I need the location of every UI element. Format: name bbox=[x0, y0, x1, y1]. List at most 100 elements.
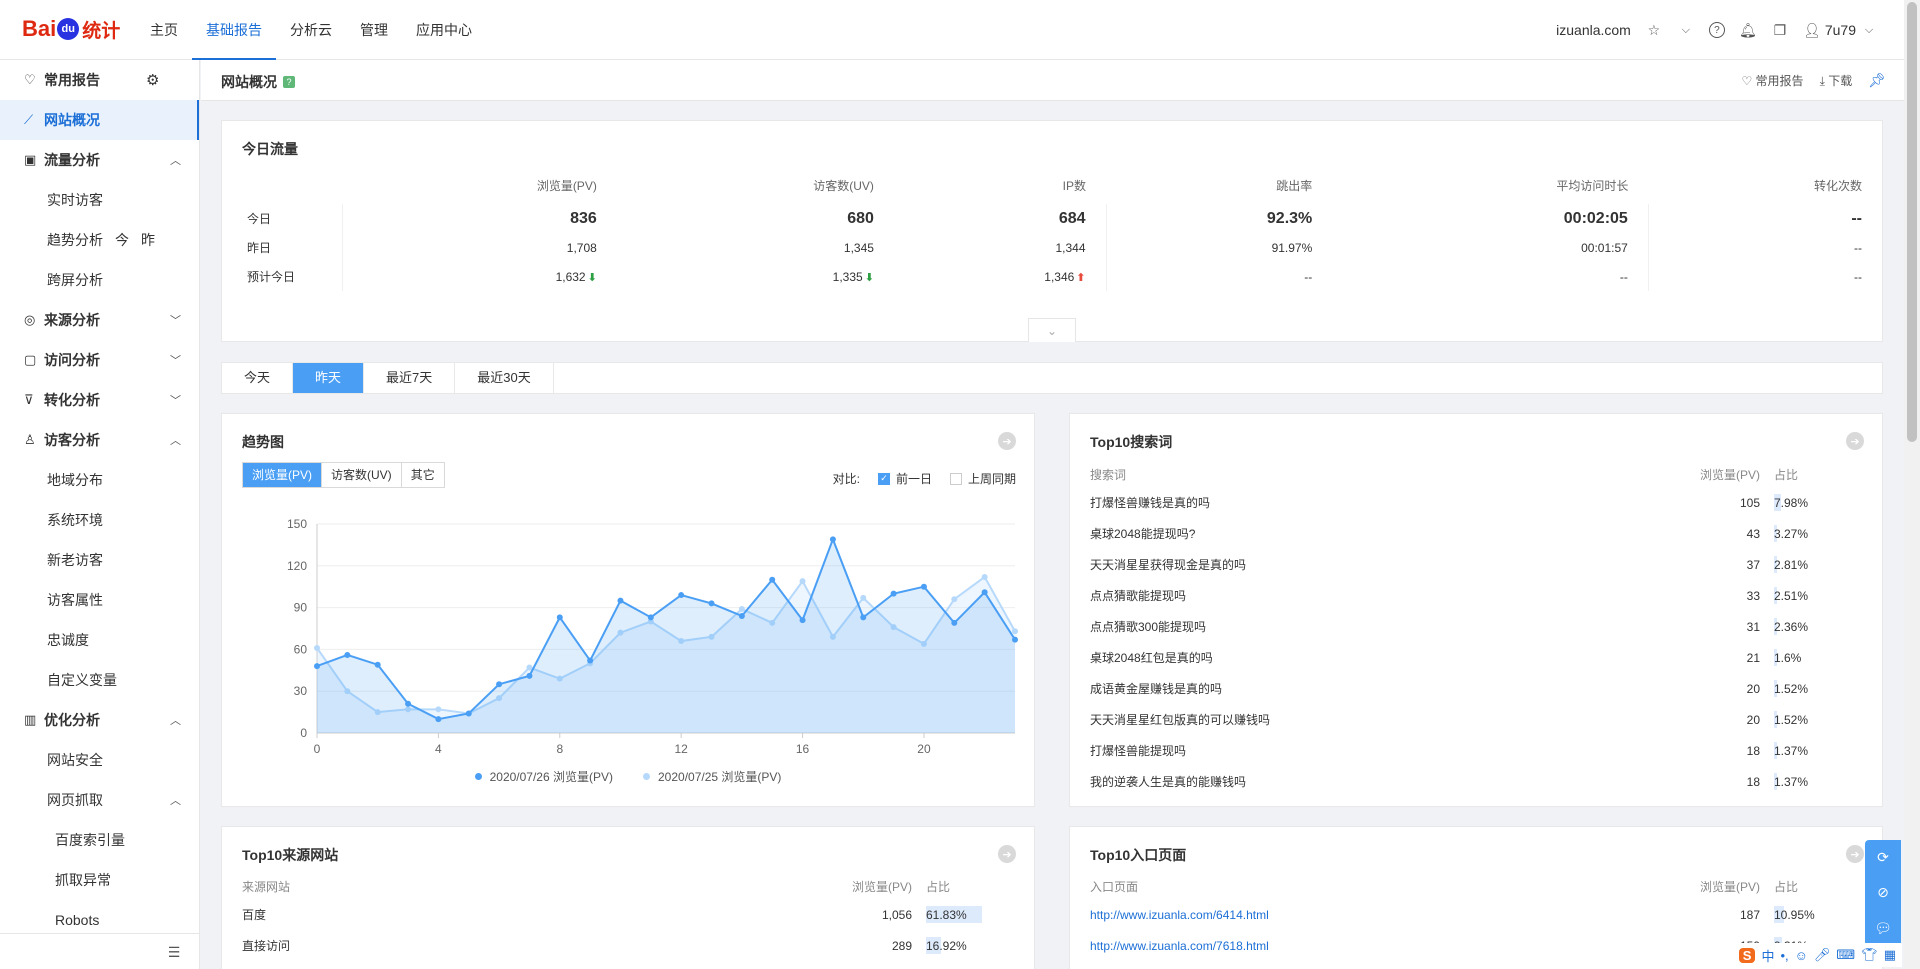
list-pv: 18 bbox=[1746, 743, 1760, 758]
sidebar-item[interactable]: ⟋ 网站概况 bbox=[0, 100, 199, 140]
user-menu[interactable]: 👤︎ 7u79 ⌵ bbox=[1803, 21, 1878, 39]
data-point bbox=[435, 716, 442, 723]
sidebar-item[interactable]: 趋势分析今昨 bbox=[0, 220, 199, 260]
data-point bbox=[981, 573, 988, 580]
sidebar-item[interactable]: 百度索引量 bbox=[0, 820, 199, 860]
search-words-title: Top10搜索词 bbox=[1090, 434, 1173, 450]
star-icon[interactable]: ☆ bbox=[1645, 21, 1663, 39]
page-header: 网站概况 ? ♡ 常用报告 ⤓ 下载 📌︎ bbox=[201, 60, 1904, 101]
range-tab[interactable]: 昨天 bbox=[293, 363, 365, 393]
sidebar-item-label: 访问分析 bbox=[44, 352, 100, 368]
chevron-down-icon: ﹀ bbox=[170, 355, 181, 367]
sidebar-item[interactable]: 自定义变量 bbox=[0, 660, 199, 700]
mic-icon[interactable]: 🎤︎ bbox=[1814, 947, 1831, 963]
download-button[interactable]: ⤓ 下载 bbox=[1820, 72, 1853, 89]
top-nav-item[interactable]: 分析云 bbox=[276, 0, 346, 60]
emoji-icon[interactable]: ☺ bbox=[1795, 948, 1808, 963]
bell-icon[interactable]: 🔔︎ bbox=[1739, 21, 1757, 39]
fav-report-button[interactable]: ♡ 常用报告 bbox=[1741, 72, 1803, 89]
sidebar-item[interactable]: ⊽ 转化分析 ﹀ bbox=[0, 380, 199, 420]
sidebar-item[interactable]: 网站安全 bbox=[0, 740, 199, 780]
sidebar-item[interactable]: 系统环境 bbox=[0, 500, 199, 540]
sidebar-item[interactable]: ◎ 来源分析 ﹀ bbox=[0, 300, 199, 340]
sidebar-item[interactable]: 新老访客 bbox=[0, 540, 199, 580]
site-selector[interactable]: izuanla.com bbox=[1556, 22, 1631, 38]
skin-icon[interactable]: 👕︎ bbox=[1861, 947, 1878, 963]
ime-mode[interactable]: 中 bbox=[1761, 946, 1774, 965]
sidebar-item[interactable]: ▥ 优化分析 ︿ bbox=[0, 700, 199, 740]
more-arrow-icon[interactable]: ➔ bbox=[998, 845, 1016, 863]
sidebar-item[interactable]: ♡ 常用报告 ⚙ bbox=[0, 60, 199, 100]
punctuation-icon[interactable]: •, bbox=[1780, 948, 1788, 963]
legend-item[interactable]: 2020/07/26 浏览量(PV) bbox=[474, 768, 613, 785]
list-item: 桌球2048红包是真的吗 21 1.6% bbox=[1090, 642, 1864, 673]
range-tab[interactable]: 今天 bbox=[222, 363, 294, 393]
entry-link[interactable]: http://www.izuanla.com/6414.html bbox=[1090, 908, 1269, 922]
scrollbar[interactable] bbox=[1904, 0, 1920, 969]
list-item: http://www.izuanla.com/6414.html 187 10.95… bbox=[1090, 899, 1864, 930]
list-name-text: 直接访问 bbox=[242, 939, 291, 953]
baidu-tongji-logo[interactable]: Bai du 统计 bbox=[22, 14, 120, 44]
gear-icon[interactable]: ⚙ bbox=[146, 71, 159, 89]
x-tick-label: 8 bbox=[556, 742, 563, 756]
metric-tab[interactable]: 访客数(UV) bbox=[322, 463, 402, 487]
compare-checkbox[interactable]: ✓ bbox=[877, 472, 890, 485]
entry-link[interactable]: http://www.izuanla.com/7618.html bbox=[1090, 939, 1269, 953]
ime-toolbar: S 中 •, ☺ 🎤︎ ⌨ 👕︎ ▦ bbox=[1732, 943, 1902, 967]
keyboard-icon[interactable]: ⌨ bbox=[1836, 947, 1855, 963]
more-arrow-icon[interactable]: ➔ bbox=[998, 432, 1016, 450]
list-ratio: 1.52% bbox=[1774, 679, 1864, 697]
range-tab[interactable]: 最近7天 bbox=[364, 363, 456, 393]
sidebar-item[interactable]: 访客属性 bbox=[0, 580, 199, 620]
top-nav-item[interactable]: 管理 bbox=[346, 0, 402, 60]
top-nav-item[interactable]: 主页 bbox=[136, 0, 192, 60]
user-icon: ♙ bbox=[24, 432, 36, 447]
sidebar-item[interactable]: 网页抓取 ︿ bbox=[0, 780, 199, 820]
chat-icon[interactable]: 💬︎ bbox=[1874, 920, 1892, 937]
sidebar-item-label: 系统环境 bbox=[47, 512, 103, 528]
user-icon: 👤︎ bbox=[1802, 21, 1821, 38]
legend-item[interactable]: 2020/07/25 浏览量(PV) bbox=[643, 768, 781, 785]
sources-table: 来源网站 浏览量(PV) 占比 百度 1,056 61.83% 直接访问 289 16.92% bbox=[242, 873, 1016, 961]
compass-icon[interactable]: ⊘ bbox=[1877, 884, 1889, 901]
data-point bbox=[860, 594, 867, 601]
top-nav-item[interactable]: 基础报告 bbox=[192, 0, 276, 60]
search-words-table: 搜索词 浏览量(PV) 占比 打爆怪兽赚钱是真的吗 105 7.98% 桌球2048能提现吗… bbox=[1090, 461, 1864, 797]
help-icon[interactable]: ? bbox=[1708, 22, 1725, 38]
more-arrow-icon[interactable]: ➔ bbox=[1846, 432, 1864, 450]
collapse-menu-icon[interactable]: ☰ bbox=[165, 943, 183, 961]
metric-tab[interactable]: 其它 bbox=[402, 463, 444, 487]
list-item: 点点猜歌能提现吗 33 2.51% bbox=[1090, 580, 1864, 611]
more-arrow-icon[interactable]: ➔ bbox=[1846, 845, 1864, 863]
sidebar-item[interactable]: 抓取异常 bbox=[0, 860, 199, 900]
expand-button[interactable]: ⌄ bbox=[1028, 318, 1076, 342]
sidebar-item[interactable]: ▣ 流量分析 ︿ bbox=[0, 140, 199, 180]
ratio-text: 2.36% bbox=[1774, 619, 1809, 634]
sidebar-item[interactable]: 忠诚度 bbox=[0, 620, 199, 660]
chevron-down-icon[interactable]: ⌵ bbox=[1677, 21, 1695, 39]
sidebar-item[interactable]: 地域分布 bbox=[0, 460, 199, 500]
pin-icon[interactable]: 📌︎ bbox=[1868, 72, 1886, 89]
grid-icon[interactable]: ▦ bbox=[1884, 947, 1896, 963]
sidebar-item[interactable]: 跨屏分析 bbox=[0, 260, 199, 300]
compare-controls: 对比: ✓ 前一日 上周同期 bbox=[833, 470, 1016, 487]
sidebar-item-label: 实时访客 bbox=[47, 192, 103, 208]
column-header: 跳出率 bbox=[1276, 178, 1313, 193]
chevron-down-icon: ﹀ bbox=[170, 395, 181, 407]
top-nav-item[interactable]: 应用中心 bbox=[402, 0, 486, 60]
trend-shortcut[interactable]: 今 bbox=[115, 230, 129, 250]
metric-tab[interactable]: 浏览量(PV) bbox=[243, 463, 323, 487]
cell: 836 bbox=[342, 204, 617, 233]
sidebar-item[interactable]: ♙ 访客分析 ︿ bbox=[0, 420, 199, 460]
range-tab[interactable]: 最近30天 bbox=[455, 363, 554, 393]
copy-icon[interactable]: ❐ bbox=[1771, 21, 1789, 39]
sidebar-item[interactable]: ▢ 访问分析 ﹀ bbox=[0, 340, 199, 380]
trend-shortcut[interactable]: 昨 bbox=[141, 230, 155, 250]
refresh-icon[interactable]: ⟳ bbox=[1877, 849, 1889, 866]
sidebar: ♡ 常用报告 ⚙ ⟋ 网站概况 ▣ 流量分析 ︿ 实时访客 趋势分析今昨跨屏分析 ◎ 来源分析 ﹀ ▢ 访问… bbox=[0, 60, 200, 969]
help-badge[interactable]: ? bbox=[283, 76, 295, 88]
scrollbar-thumb[interactable] bbox=[1907, 2, 1917, 442]
compare-checkbox[interactable] bbox=[949, 472, 962, 485]
sidebar-item[interactable]: 实时访客 bbox=[0, 180, 199, 220]
sogou-icon[interactable]: S bbox=[1738, 947, 1756, 963]
